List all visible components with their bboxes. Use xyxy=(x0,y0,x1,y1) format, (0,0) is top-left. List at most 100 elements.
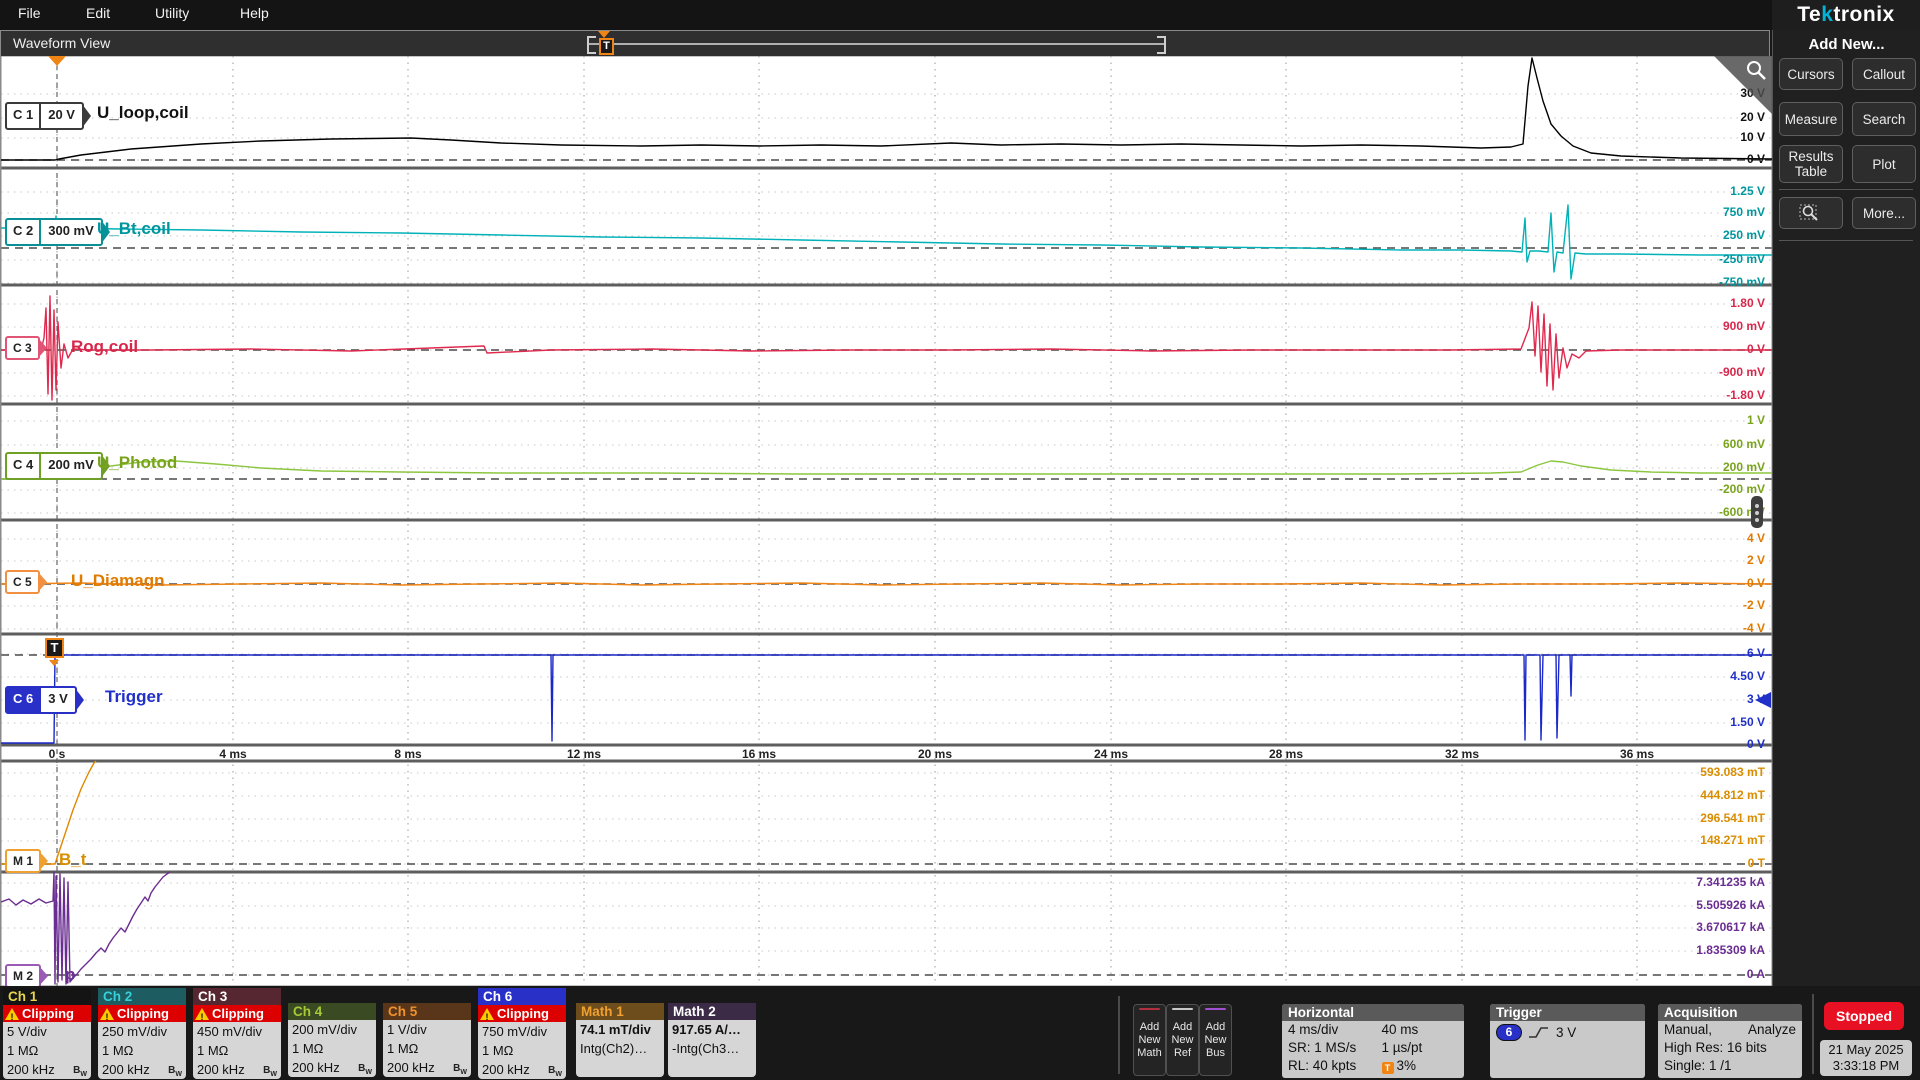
oscilloscope-app: File Edit Utility Help Tektronix Waveform V… xyxy=(0,0,1920,1080)
trigger-panel[interactable]: Trigger 6 3 V xyxy=(1490,1004,1645,1078)
trigger-position-icon: T xyxy=(1381,1062,1394,1074)
axis-label: 1.25 V xyxy=(1730,184,1765,198)
axis-label: 3.670617 kA xyxy=(1696,920,1765,934)
minimap-trigger-icon[interactable]: T xyxy=(599,38,614,55)
trigger-source-badge: 6 xyxy=(1496,1024,1522,1041)
menu-item-edit[interactable]: Edit xyxy=(86,5,110,21)
badge-row: 5 V/div xyxy=(7,1024,47,1039)
add-new-callout-button[interactable]: Callout xyxy=(1852,58,1916,90)
channel-badge-m2[interactable]: M 2 xyxy=(5,964,49,988)
badge-row: 200 kHz BW xyxy=(478,1060,566,1079)
panel-divider xyxy=(1779,189,1913,190)
zoom-select-button[interactable] xyxy=(1779,197,1843,229)
trigger-source-icon[interactable]: T xyxy=(45,638,64,658)
horizontal-row: RL: 40 kpts T 3% xyxy=(1288,1058,1417,1074)
add-new-ref-button[interactable]: Add New Ref xyxy=(1166,1004,1199,1076)
menu-item-help[interactable]: Help xyxy=(240,5,269,21)
channel-badge-c4[interactable]: C 4 200 mV xyxy=(5,452,110,480)
channel-badge-ch1[interactable]: Ch 1! Clipping 5 V/div 1 MΩ 200 kHz BW xyxy=(3,988,91,1079)
badge-title: Ch 4 xyxy=(288,1003,376,1020)
axis-label: -4 V xyxy=(1742,621,1765,635)
math-badge-math1[interactable]: Math 1 74.1 mT/div Intg(Ch2)… xyxy=(576,1003,664,1077)
channel-badge-m1[interactable]: M 1 xyxy=(5,849,49,873)
acquisition-panel[interactable]: Acquisition Manual, Analyze High Res: 16 bi… xyxy=(1658,1004,1802,1078)
warning-icon: ! xyxy=(480,1007,494,1022)
horizontal-row: SR: 1 MS/s 1 µs/pt xyxy=(1288,1040,1423,1055)
channel-badge-ch6[interactable]: Ch 6! Clipping 750 mV/div 1 MΩ 200 kHz BW xyxy=(478,988,566,1079)
channel-id: C 6 xyxy=(7,688,40,712)
axis-label: 3 V xyxy=(1746,692,1765,706)
badge-row: 1 MΩ xyxy=(387,1041,419,1056)
channel-id: C 2 xyxy=(13,223,34,238)
brand-text2: tronix xyxy=(1833,3,1895,26)
add-new-results-table-button[interactable]: Results Table xyxy=(1779,145,1843,183)
badge-row: 1 MΩ xyxy=(102,1043,134,1058)
channel-badge-c2[interactable]: C 2 300 mV xyxy=(5,218,110,246)
rising-edge-icon xyxy=(1529,1027,1548,1038)
badge-row: 250 mV/div xyxy=(102,1024,168,1039)
add-new-measure-button[interactable]: Measure xyxy=(1779,102,1843,136)
axis-label: 10 V xyxy=(1740,130,1765,144)
channel-badge-ch4[interactable]: Ch 4 200 mV/div 1 MΩ 200 kHz BW xyxy=(288,1003,376,1077)
footer-bar: Ch 1! Clipping 5 V/div 1 MΩ 200 kHz BW Ch 2! Cl… xyxy=(0,986,1920,1080)
clipping-warning: ! Clipping xyxy=(3,1005,91,1022)
axis-label: -600 mV xyxy=(1718,505,1765,519)
trigger-title: Trigger xyxy=(1490,1004,1645,1021)
axis-label: 0 V xyxy=(1746,152,1765,166)
waveform-view-title: Waveform View xyxy=(13,35,111,51)
badge-row: 917.65 A/… xyxy=(672,1022,741,1037)
channel-badge-c5[interactable]: C 5 xyxy=(5,570,47,594)
channel-badge-ch2[interactable]: Ch 2! Clipping 250 mV/div 1 MΩ 200 kHz BW xyxy=(98,988,186,1079)
waveform-view-titlebar: Waveform View T xyxy=(0,30,1770,56)
channel-id: C 3 xyxy=(13,341,32,355)
more-button[interactable]: More... xyxy=(1852,197,1916,229)
date-text: 21 May 2025 xyxy=(1828,1042,1904,1057)
trigger-row: 6 3 V xyxy=(1490,1024,1645,1042)
channel-badge-ch5[interactable]: Ch 5 1 V/div 1 MΩ 200 kHz BW xyxy=(383,1003,471,1077)
add-new-cursors-button[interactable]: Cursors xyxy=(1779,58,1843,90)
add-new-plot-button[interactable]: Plot xyxy=(1852,145,1916,183)
math-badge-math2[interactable]: Math 2 917.65 A/… -Intg(Ch3… xyxy=(668,1003,756,1077)
run-state-stopped[interactable]: Stopped xyxy=(1824,1002,1904,1030)
menu-item-file[interactable]: File xyxy=(18,5,41,21)
channel-id: M 2 xyxy=(13,969,34,983)
waveform-plot-area[interactable]: 30 V 20 V 10 V 0 V 1.25 V 750 mV 250 mV -250 mV… xyxy=(0,56,1773,988)
horizontal-position-minimap[interactable]: T xyxy=(587,31,1166,57)
menu-item-utility[interactable]: Utility xyxy=(155,5,189,21)
axis-label: 0 A xyxy=(1746,967,1765,981)
axis-label: 148.271 mT xyxy=(1700,833,1765,847)
channel-badge-c6[interactable]: C 63 V xyxy=(5,686,84,714)
trigger-level: 3 V xyxy=(1556,1025,1577,1040)
axis-label: 250 mV xyxy=(1722,228,1765,242)
badge-row: 74.1 mT/div xyxy=(580,1022,651,1037)
brand-text: Te xyxy=(1797,3,1822,26)
panel-drag-handle[interactable] xyxy=(1751,496,1763,528)
axis-label: -1.80 V xyxy=(1726,388,1765,402)
badge-row: 1 MΩ xyxy=(292,1041,324,1056)
channel-label-u-bt-coil: U_Bt,coil xyxy=(97,219,171,238)
minimap-left-bracket[interactable] xyxy=(587,36,596,54)
badge-title: Ch 6 xyxy=(478,988,566,1005)
axis-label: 600 mV xyxy=(1722,437,1765,451)
channel-badge-ch3[interactable]: Ch 3! Clipping 450 mV/div 1 MΩ 200 kHz BW xyxy=(193,988,281,1079)
trigger-level-arrow[interactable] xyxy=(1755,692,1771,708)
magnifier-icon xyxy=(1747,61,1761,75)
axis-label: 30 V xyxy=(1629,86,1765,100)
badge-title: Math 1 xyxy=(576,1003,664,1020)
add-new-math-button[interactable]: Add New Math xyxy=(1133,1004,1166,1076)
badge-row: -Intg(Ch3… xyxy=(672,1041,740,1056)
axis-label: 2 V xyxy=(1746,553,1765,567)
time-axis-label: 4 ms xyxy=(219,747,247,761)
channel-badge-c1[interactable]: C 1 20 V xyxy=(5,102,91,130)
add-new-search-button[interactable]: Search xyxy=(1852,102,1916,136)
channel-label-p: p xyxy=(65,965,76,984)
minimap-right-bracket[interactable] xyxy=(1157,36,1166,54)
channel-scale: 3 V xyxy=(39,688,75,712)
badge-row: 1 MΩ xyxy=(197,1043,229,1058)
channel-badge-c3[interactable]: C 3 xyxy=(5,336,47,360)
panel-divider xyxy=(1779,240,1913,241)
add-new-bus-button[interactable]: Add New Bus xyxy=(1199,1004,1232,1076)
acquisition-row: High Res: 16 bits xyxy=(1664,1040,1767,1055)
trigger-top-caret[interactable] xyxy=(48,56,66,66)
horizontal-panel[interactable]: Horizontal 4 ms/div 40 ms SR: 1 MS/s 1 µs/pt… xyxy=(1282,1004,1464,1078)
